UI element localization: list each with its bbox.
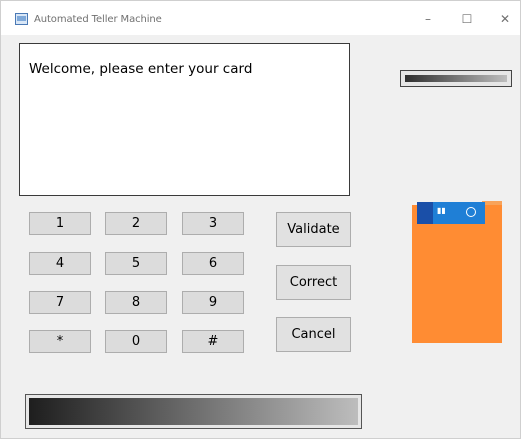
validate-button[interactable]: Validate [276,212,351,247]
card-slot [400,70,512,87]
minimize-button[interactable]: – [408,7,448,31]
window-title: Automated Teller Machine [34,14,162,25]
key-9[interactable]: 9 [182,291,244,314]
wallet-pocket [412,205,502,343]
display-message: Welcome, please enter your card [29,61,253,77]
atm-window: Automated Teller Machine – ☐ ✕ Welcome, … [0,0,521,439]
key-2[interactable]: 2 [105,212,167,235]
key-3[interactable]: 3 [182,212,244,235]
card-wallet[interactable]: ▮▮ [412,201,502,343]
title-bar: Automated Teller Machine – ☐ ✕ [1,1,520,35]
key-6[interactable]: 6 [182,252,244,275]
key-7[interactable]: 7 [29,291,91,314]
key-5[interactable]: 5 [105,252,167,275]
close-button[interactable]: ✕ [485,7,520,31]
key-hash[interactable]: # [182,330,244,353]
correct-button[interactable]: Correct [276,265,351,300]
app-icon [15,13,28,25]
atm-display: Welcome, please enter your card [19,43,350,196]
card-slot-indicator [405,75,507,82]
key-1[interactable]: 1 [29,212,91,235]
cancel-button[interactable]: Cancel [276,317,351,352]
globe-icon [466,207,476,217]
progress-bar [25,394,362,429]
key-0[interactable]: 0 [105,330,167,353]
credit-card-icon[interactable]: ▮▮ [417,202,485,224]
key-star[interactable]: * [29,330,91,353]
maximize-button[interactable]: ☐ [447,7,487,31]
key-4[interactable]: 4 [29,252,91,275]
progress-fill [29,398,358,425]
key-8[interactable]: 8 [105,291,167,314]
